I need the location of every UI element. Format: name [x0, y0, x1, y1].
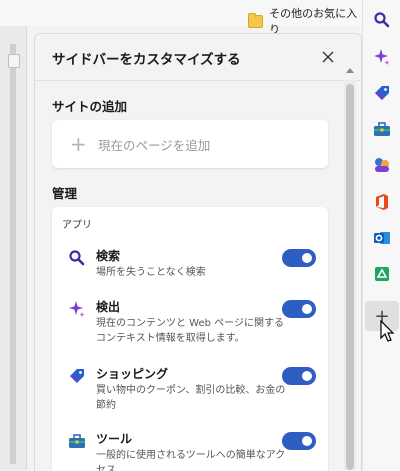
apps-heading: アプリ	[62, 220, 92, 231]
folder-icon	[248, 12, 264, 28]
mouse-cursor-icon	[380, 320, 395, 342]
app-description: 買い物中のクーポン、割引の比較、お金の節約	[96, 385, 286, 411]
toolbox-icon	[68, 432, 86, 450]
app-name: ショッピング	[96, 367, 169, 381]
edge-sidebar: +	[362, 0, 400, 470]
panel-title: サイドバーをカスタマイズする	[52, 52, 241, 68]
favorites-bar: その他のお気に入り	[0, 0, 362, 36]
add-current-page-button[interactable]: + 現在のページを追加	[52, 120, 328, 168]
close-button[interactable]	[315, 44, 341, 70]
add-current-page-label: 現在のページを追加	[98, 137, 211, 153]
toolbox-icon[interactable]	[372, 119, 392, 139]
outlook-icon[interactable]	[372, 228, 392, 248]
close-icon	[322, 51, 334, 63]
scroll-up-arrow-icon[interactable]	[346, 68, 354, 73]
plus-icon: +	[70, 132, 87, 156]
app-name: 検出	[96, 300, 121, 314]
app-description: 現在のコンテンツと Web ページに関するコンテキスト情報を取得します。	[96, 318, 284, 344]
drop-icon[interactable]	[372, 264, 392, 284]
search-icon[interactable]	[372, 10, 392, 30]
customize-sidebar-panel: サイドバーをカスタマイズする サイトの追加 + 現在のページを追加 管理 アプリ…	[34, 33, 362, 471]
app-description: 場所を失うことなく検索	[96, 267, 206, 278]
browser-page-strip	[0, 26, 27, 470]
app-name: 検索	[96, 249, 121, 263]
toggle-tools[interactable]	[282, 432, 316, 450]
shopping-tag-icon	[68, 367, 86, 385]
toggle-shopping[interactable]	[282, 367, 316, 385]
office-icon[interactable]	[372, 192, 392, 212]
shopping-tag-icon[interactable]	[372, 83, 392, 103]
panel-header: サイドバーをカスタマイズする	[35, 34, 361, 81]
manage-section-title: 管理	[52, 186, 78, 201]
app-name: ツール	[96, 432, 133, 446]
games-icon[interactable]	[372, 155, 392, 175]
add-site-section-title: サイトの追加	[52, 99, 128, 114]
toggle-discover[interactable]	[282, 300, 316, 318]
app-description: 一般的に使用されるツールへの簡単なアクセス	[96, 450, 286, 471]
toggle-search[interactable]	[282, 249, 316, 267]
search-icon	[68, 249, 86, 267]
apps-card: アプリ 検索 場所を失うことなく検索 検出 現在のコンテンツと Web ページに…	[52, 207, 328, 471]
page-scrollbar[interactable]	[10, 44, 16, 464]
page-scroll-thumb[interactable]	[8, 54, 20, 68]
panel-scrollbar[interactable]	[344, 68, 356, 470]
sparkle-icon	[68, 300, 86, 318]
panel-scroll-thumb[interactable]	[346, 84, 354, 470]
sparkle-icon[interactable]	[372, 47, 392, 67]
